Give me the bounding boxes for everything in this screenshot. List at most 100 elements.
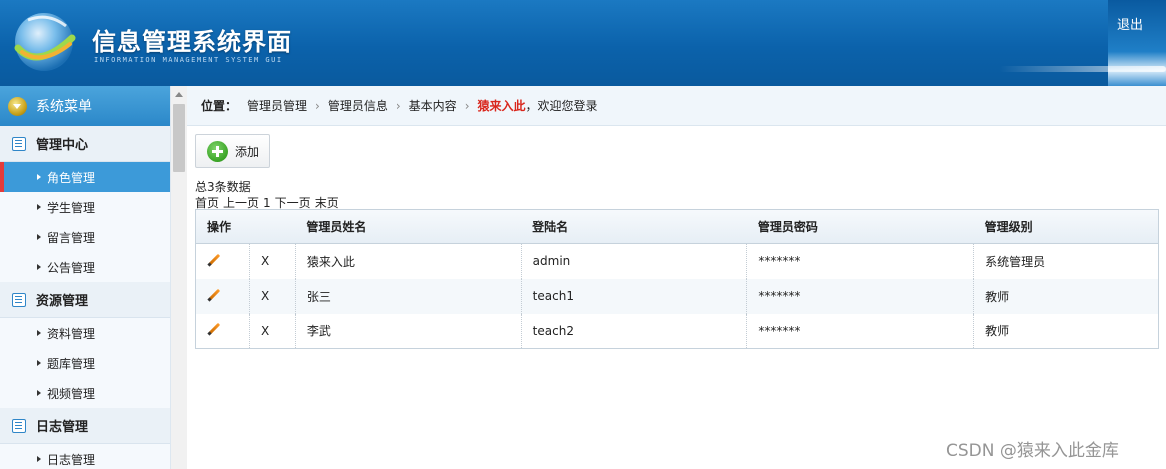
scrollbar-thumb[interactable] (173, 104, 185, 172)
globe-logo-icon (14, 13, 76, 71)
col-header-level: 管理级别 (973, 209, 1159, 244)
caret-right-icon (37, 360, 41, 366)
menu-collapse-icon (8, 96, 27, 116)
cell-password: ******* (746, 243, 975, 279)
pager-first[interactable]: 首页 (195, 196, 219, 210)
cell-level: 教师 (985, 289, 1010, 304)
main-content: 位置： 管理员管理 › 管理员信息 › 基本内容 › 猿来入此 ，欢迎您登录 添… (187, 86, 1166, 469)
sidebar-item-notice-management[interactable]: 公告管理 (0, 252, 170, 282)
delete-cell: X (249, 243, 296, 279)
cell-login: admin (521, 243, 748, 279)
delete-button[interactable]: X (261, 289, 269, 303)
breadcrumb-item[interactable]: 管理员信息 (328, 97, 388, 114)
edit-cell (195, 313, 250, 349)
sidebar-item-message-management[interactable]: 留言管理 (0, 222, 170, 252)
caret-right-icon (37, 174, 41, 180)
caret-right-icon (37, 390, 41, 396)
total-count: 总3条数据 (195, 180, 251, 194)
add-button-label: 添加 (235, 144, 260, 159)
cell-login: teach1 (521, 278, 748, 314)
cell-name: 李武 (295, 313, 522, 349)
app-subtitle: INFORMATION MANAGEMENT SYSTEM GUI (94, 56, 283, 64)
sidebar-item-question-bank[interactable]: 题库管理 (0, 348, 170, 378)
watermark: CSDN @猿来入此金库 (946, 441, 1119, 461)
breadcrumb-item[interactable]: 基本内容 (409, 97, 457, 114)
sidebar-item-label: 资料管理 (47, 326, 96, 341)
pencil-edit-icon[interactable] (207, 322, 221, 336)
cell-password: ******* (746, 313, 975, 349)
caret-right-icon (37, 204, 41, 210)
edit-cell (195, 278, 250, 314)
chevron-right-icon: › (395, 98, 401, 113)
caret-right-icon (37, 456, 41, 462)
app-title: 信息管理系统界面 (92, 28, 292, 56)
caret-right-icon (37, 330, 41, 336)
chevron-right-icon: › (315, 98, 320, 113)
breadcrumb: 位置： 管理员管理 › 管理员信息 › 基本内容 › 猿来入此 ，欢迎您登录 (187, 86, 1166, 126)
header-glow-streak (1000, 66, 1166, 72)
col-header-action[interactable]: 操作 (195, 209, 250, 244)
list-icon (12, 136, 26, 151)
table-row: X 李武 teach2 ******* 教师 (195, 313, 1159, 349)
sidebar-item-label: 留言管理 (47, 230, 96, 245)
table-row: X 猿来入此 admin ******* 系统管理员 (195, 243, 1159, 279)
chevron-right-icon: › (464, 98, 470, 113)
sidebar-group-label: 资源管理 (36, 294, 89, 309)
header-banner: 信息管理系统界面 INFORMATION MANAGEMENT SYSTEM G… (0, 0, 1166, 86)
sidebar-item-material-management[interactable]: 资料管理 (0, 318, 170, 348)
col-header-name: 管理员姓名 (295, 209, 522, 244)
pager-last[interactable]: 末页 (315, 196, 339, 210)
list-icon (12, 292, 26, 307)
plus-circle-icon (207, 140, 228, 162)
sidebar-item-label: 题库管理 (47, 356, 96, 371)
sidebar-item-label: 角色管理 (47, 170, 96, 185)
scroll-up-icon[interactable] (175, 92, 183, 97)
sidebar-scrollbar[interactable] (171, 86, 187, 469)
cell-level: 系统管理员 (985, 254, 1046, 269)
cell-login: teach2 (521, 313, 748, 349)
sidebar-item-video-management[interactable]: 视频管理 (0, 378, 170, 408)
breadcrumb-item[interactable]: 管理员管理 (247, 97, 307, 114)
welcome-text: ，欢迎您登录 (525, 99, 598, 113)
table-header-row: 操作 管理员姓名 登陆名 管理员密码 管理级别 (195, 209, 1159, 244)
sidebar-group-resource-management[interactable]: 资源管理 (0, 282, 170, 318)
sidebar-item-label: 视频管理 (47, 386, 96, 401)
delete-button[interactable]: X (261, 324, 269, 338)
sidebar-item-student-management[interactable]: 学生管理 (0, 192, 170, 222)
edit-cell (195, 243, 250, 279)
pager-next[interactable]: 下一页 (275, 196, 311, 210)
sidebar-item-label: 日志管理 (47, 452, 96, 467)
sidebar-group-log-management[interactable]: 日志管理 (0, 408, 170, 444)
logout-link[interactable]: 退出 (1117, 14, 1143, 33)
col-header-password: 管理员密码 (746, 209, 974, 244)
caret-right-icon (37, 264, 41, 270)
header-glow (1108, 0, 1166, 86)
sidebar-item-log-management[interactable]: 日志管理 (0, 444, 170, 469)
current-user-name: 猿来入此 (477, 99, 526, 113)
admin-table: 操作 管理员姓名 登陆名 管理员密码 管理级别 X 猿来入此 admin ***… (195, 209, 1159, 349)
sidebar-item-label: 学生管理 (47, 200, 96, 215)
cell-password: ******* (746, 278, 975, 314)
col-header-blank (249, 209, 296, 244)
sidebar-menu-header[interactable]: 系统菜单 (0, 86, 170, 126)
sidebar-group-label: 日志管理 (36, 420, 89, 435)
sidebar-group-admin-center[interactable]: 管理中心 (0, 126, 170, 162)
delete-cell: X (249, 278, 296, 314)
table-row: X 张三 teach1 ******* 教师 (195, 278, 1159, 314)
pencil-edit-icon[interactable] (207, 288, 221, 302)
pager-current[interactable]: 1 (263, 196, 271, 210)
sidebar-menu-title: 系统菜单 (36, 99, 92, 115)
sidebar-item-label: 公告管理 (47, 260, 96, 275)
cell-name: 张三 (295, 278, 522, 314)
cell-name: 猿来入此 (295, 243, 522, 279)
sidebar: 系统菜单 管理中心 角色管理 学生管理 留言管理 公告管理 资源管理 资料管理 … (0, 86, 171, 469)
sidebar-item-role-management[interactable]: 角色管理 (0, 162, 170, 192)
add-button[interactable]: 添加 (195, 134, 270, 168)
pencil-edit-icon[interactable] (207, 253, 221, 267)
pager-prev[interactable]: 上一页 (223, 196, 259, 210)
cell-level: 教师 (985, 324, 1010, 339)
delete-button[interactable]: X (261, 254, 269, 268)
sidebar-group-label: 管理中心 (36, 138, 89, 153)
caret-right-icon (37, 234, 41, 240)
col-header-login: 登陆名 (521, 209, 747, 244)
